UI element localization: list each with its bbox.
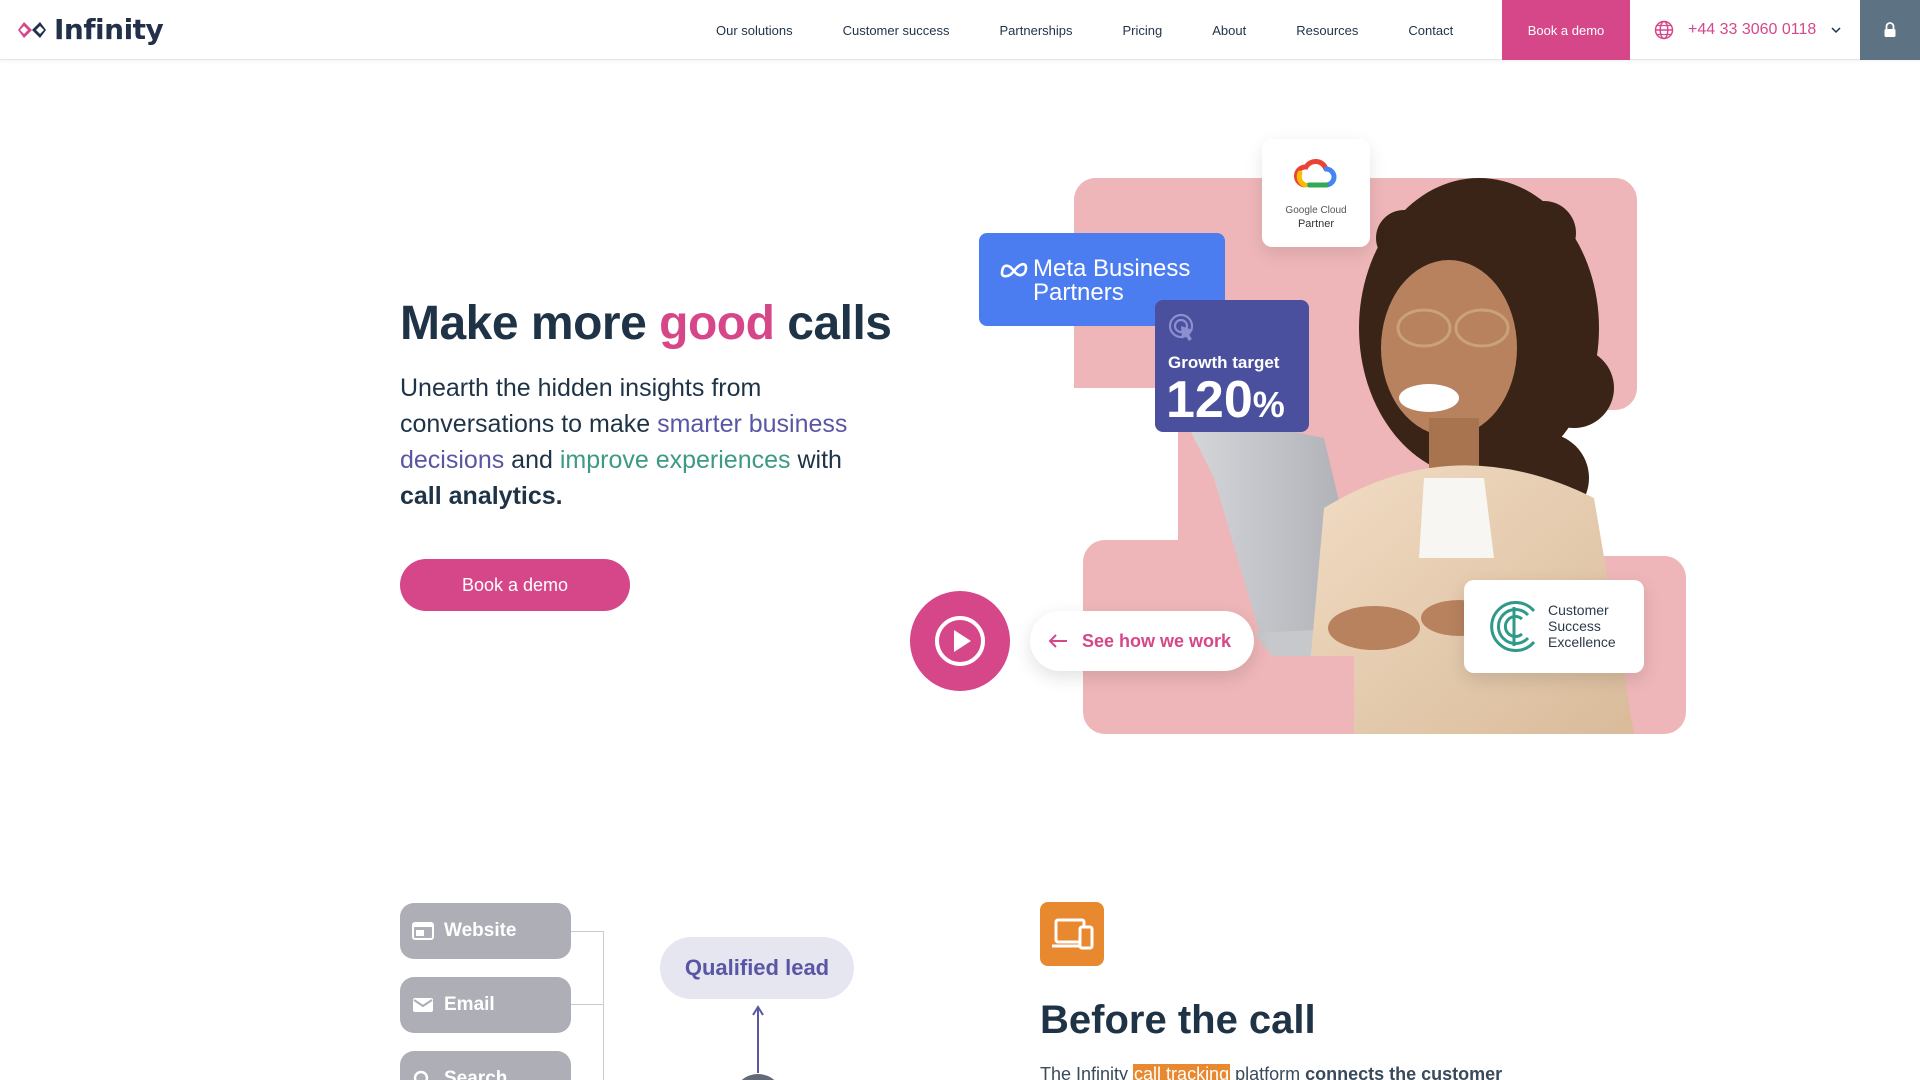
before-the-call-title: Before the call <box>1040 998 1316 1042</box>
hero-title: Make more good calls <box>400 297 892 350</box>
brand-name: Infinity <box>54 13 164 46</box>
nav-customer-success[interactable]: Customer success <box>843 23 950 38</box>
source-website-label: Website <box>444 920 517 941</box>
cse-label: Customer Success Excellence <box>1548 602 1616 650</box>
before-the-call-text: The Infinity call tracking platform conn… <box>1040 1064 1502 1080</box>
nav-contact[interactable]: Contact <box>1408 23 1453 38</box>
infinity-logo[interactable]: Infinity <box>14 13 164 46</box>
google-cloud-partner-label: Partner <box>1297 218 1335 230</box>
source-website: Website <box>400 903 571 959</box>
infinity-logo-icon <box>18 22 46 38</box>
google-cloud-label: Google Cloud <box>1285 205 1347 216</box>
globe-icon <box>1654 20 1674 40</box>
meta-logo-icon <box>1000 262 1028 278</box>
main-nav: Our solutions Customer success Partnersh… <box>716 0 1503 60</box>
growth-target-card: Growth target 120% <box>1155 300 1309 432</box>
cse-logo-icon <box>1490 601 1536 652</box>
source-email: Email <box>400 977 571 1033</box>
arrow-up-icon <box>752 1005 764 1073</box>
nav-our-solutions[interactable]: Our solutions <box>716 23 793 38</box>
hero-subtitle: Unearth the hidden insights from convers… <box>400 374 848 510</box>
nav-about[interactable]: About <box>1212 23 1246 38</box>
qualified-lead-pill: Qualified lead <box>660 937 854 999</box>
login-button[interactable] <box>1860 0 1920 60</box>
lock-icon <box>1884 22 1896 37</box>
site-header: Infinity Our solutions Customer success … <box>0 0 1920 60</box>
source-search: Search <box>400 1051 571 1080</box>
nav-resources[interactable]: Resources <box>1296 23 1358 38</box>
phone-selector[interactable]: +44 33 3060 0118 <box>1654 0 1842 60</box>
devices-icon <box>1040 902 1104 966</box>
search-icon <box>413 1070 429 1080</box>
flow-node <box>733 1074 783 1080</box>
play-video-button[interactable] <box>910 591 1010 691</box>
chevron-down-icon[interactable] <box>1830 24 1842 36</box>
arrow-left-icon <box>1048 634 1067 648</box>
hero-book-demo-button[interactable]: Book a demo <box>400 559 630 611</box>
play-icon <box>935 616 985 666</box>
google-cloud-logo-icon <box>1294 159 1337 188</box>
nav-pricing[interactable]: Pricing <box>1123 23 1163 38</box>
growth-target-value: 120% <box>1166 371 1285 429</box>
customer-success-excellence-badge: Customer Success Excellence <box>1464 580 1644 673</box>
meta-badge-line2: Partners <box>1033 279 1124 306</box>
source-email-label: Email <box>444 994 495 1015</box>
flow-connector-lower <box>571 1005 604 1080</box>
nav-partnerships[interactable]: Partnerships <box>1000 23 1073 38</box>
see-how-label: See how we work <box>1082 630 1232 651</box>
flow-connector <box>571 931 604 1005</box>
envelope-icon <box>413 998 433 1012</box>
cursor-click-icon <box>1168 313 1194 341</box>
google-cloud-partner-badge: Google Cloud Partner <box>1262 139 1370 247</box>
see-how-we-work-button[interactable]: See how we work <box>1030 611 1254 671</box>
phone-number[interactable]: +44 33 3060 0118 <box>1688 21 1816 39</box>
browser-window-icon <box>412 922 434 940</box>
source-search-label: Search <box>444 1068 508 1080</box>
header-book-demo-button[interactable]: Book a demo <box>1502 0 1630 60</box>
